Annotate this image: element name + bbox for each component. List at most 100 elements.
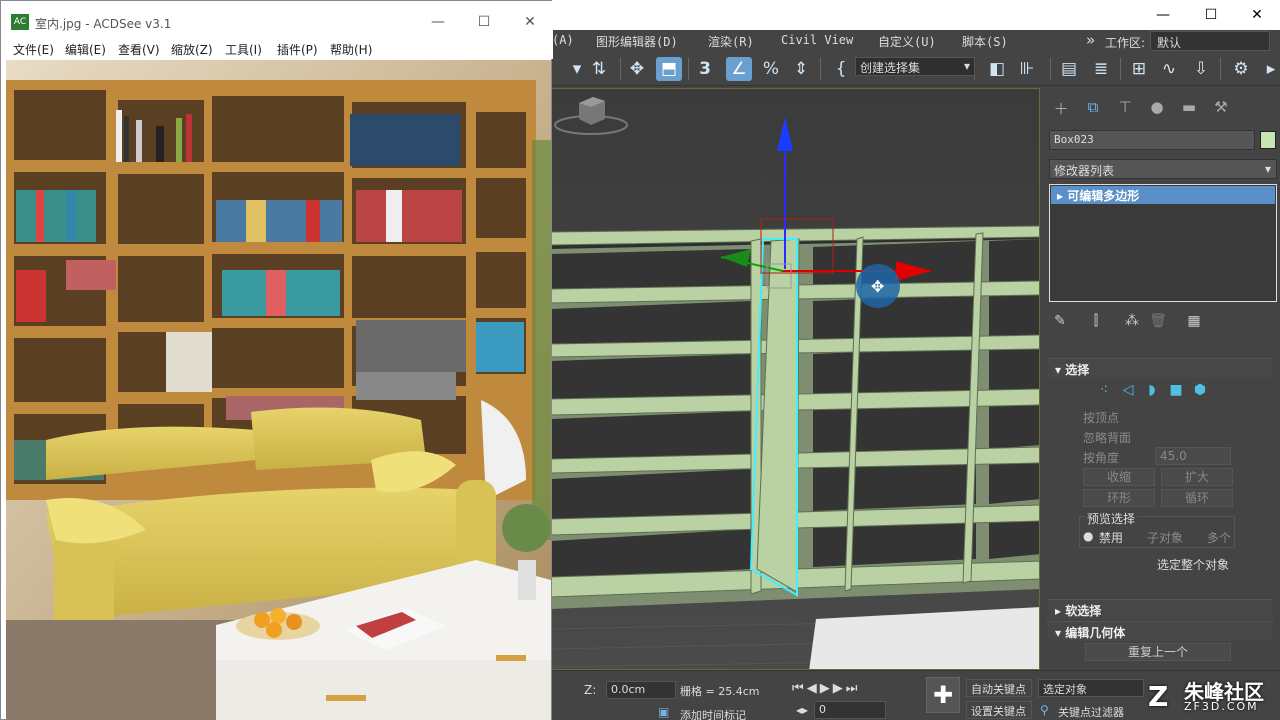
- pin-stack-icon[interactable]: ✎: [1049, 310, 1071, 332]
- border-icon[interactable]: ◗: [1141, 382, 1163, 402]
- show-end-result-icon[interactable]: ⫿: [1085, 310, 1107, 332]
- toolbar-divider: [1050, 58, 1051, 80]
- edge-icon[interactable]: ◁: [1117, 382, 1139, 402]
- watermark-logo-icon: Z: [1148, 680, 1169, 713]
- menu-civil-view[interactable]: Civil View: [781, 33, 853, 47]
- toolbar-divider: [620, 58, 621, 80]
- move-icon[interactable]: ✥: [624, 57, 650, 81]
- auto-key-button[interactable]: 自动关键点: [966, 679, 1032, 697]
- add-time-tag-button[interactable]: 添加时间标记: [680, 707, 746, 720]
- set-key-icon[interactable]: ✚: [926, 677, 960, 713]
- angle-snap-icon[interactable]: ∠: [726, 57, 752, 81]
- selection-rollout-header[interactable]: ▾ 选择: [1047, 358, 1273, 378]
- mirror-icon[interactable]: ◧: [984, 57, 1010, 81]
- utilities-tab-icon[interactable]: ⚒: [1209, 98, 1233, 120]
- maximize-button[interactable]: ☐: [1188, 0, 1234, 30]
- soft-selection-rollout-header[interactable]: ▸ 软选择: [1047, 599, 1273, 619]
- menu-more-icon[interactable]: »: [1086, 31, 1095, 49]
- repeat-last-button[interactable]: 重复上一个: [1085, 643, 1231, 661]
- configure-sets-icon[interactable]: ▦: [1183, 310, 1205, 332]
- max-titlebar: — ☐ ✕: [550, 0, 1280, 30]
- z-coordinate-field[interactable]: 0.0cm: [606, 681, 676, 699]
- spinner-snap-icon[interactable]: ⇕: [788, 57, 814, 81]
- menu-customize[interactable]: 自定义(U): [878, 33, 936, 50]
- menu-animation[interactable]: (A): [552, 33, 574, 47]
- layer-manager-icon[interactable]: ▤: [1056, 57, 1082, 81]
- snap-3-icon[interactable]: 3: [692, 57, 718, 81]
- acdsee-window-title: 室内.jpg - ACDSee v3.1: [35, 17, 172, 31]
- hierarchy-tab-icon[interactable]: ⊤: [1113, 98, 1137, 120]
- vertex-icon[interactable]: ⁖: [1093, 382, 1115, 402]
- grow-button[interactable]: 扩大: [1161, 468, 1233, 486]
- modify-tab-icon[interactable]: ⧉: [1081, 98, 1105, 120]
- selected-object-dropdown[interactable]: 选定对象: [1038, 679, 1144, 697]
- select-link-icon[interactable]: ⇅: [586, 57, 612, 81]
- create-tab-icon[interactable]: ＋: [1049, 98, 1073, 120]
- menu-view[interactable]: 查看(V): [118, 41, 160, 58]
- ribbon-icon[interactable]: ⊞: [1126, 57, 1152, 81]
- modifier-stack: ▸ 可编辑多边形: [1049, 184, 1277, 302]
- z-coordinate-label: Z:: [584, 683, 597, 697]
- disabled-radio[interactable]: 禁用: [1099, 529, 1123, 546]
- edit-geometry-rollout-header[interactable]: ▾ 编辑几何体: [1047, 621, 1273, 641]
- workspace-dropdown[interactable]: 默认: [1150, 31, 1270, 51]
- menu-scripting[interactable]: 脚本(S): [962, 33, 1008, 50]
- menu-rendering[interactable]: 渲染(R): [708, 33, 754, 50]
- menu-plugins[interactable]: 插件(P): [277, 41, 318, 58]
- expand-arrow-icon[interactable]: ▸: [1057, 189, 1067, 203]
- edit-named-selection-icon[interactable]: {: [828, 57, 854, 81]
- preview-selection-label: 预览选择: [1085, 510, 1138, 527]
- disabled-radio-dot[interactable]: ●: [1083, 529, 1093, 543]
- close-button[interactable]: ✕: [1234, 0, 1280, 30]
- time-tag-icon[interactable]: ▣: [658, 705, 669, 719]
- ring-button[interactable]: 环形: [1083, 489, 1155, 507]
- menu-file[interactable]: 文件(E): [13, 41, 54, 58]
- ignore-backfacing-checkbox[interactable]: 忽略背面: [1083, 429, 1131, 446]
- by-angle-checkbox[interactable]: 按角度: [1083, 449, 1119, 466]
- display-tab-icon[interactable]: ▬: [1177, 98, 1201, 120]
- schematic-view-icon[interactable]: ⇩: [1188, 57, 1214, 81]
- curve-editor-icon[interactable]: ∿: [1156, 57, 1182, 81]
- minimize-button[interactable]: —: [415, 7, 461, 37]
- key-filter-icon[interactable]: ⚲: [1040, 703, 1049, 717]
- menu-tools[interactable]: 工具(I): [225, 41, 262, 58]
- render-setup-icon[interactable]: ▸: [1258, 57, 1280, 81]
- key-filters-button[interactable]: 关键点过滤器: [1058, 704, 1124, 720]
- object-color-swatch[interactable]: [1260, 131, 1276, 149]
- subobject-radio[interactable]: 子对象: [1147, 529, 1183, 546]
- polygon-icon[interactable]: ■: [1165, 382, 1187, 402]
- object-name-field[interactable]: Box023: [1049, 130, 1255, 150]
- menu-zoom[interactable]: 缩放(Z): [171, 41, 213, 58]
- scene-explorer-icon[interactable]: ≣: [1088, 57, 1114, 81]
- element-icon[interactable]: ⬢: [1189, 382, 1211, 402]
- max-window: — ☐ ✕ (A) 图形编辑器(D) 渲染(R) Civil View 自定义(…: [550, 0, 1280, 720]
- shrink-button[interactable]: 收缩: [1083, 468, 1155, 486]
- perspective-viewport[interactable]: ✥: [550, 88, 1040, 670]
- set-key-button[interactable]: 设置关键点: [966, 701, 1032, 719]
- select-region-icon[interactable]: ⬒: [656, 57, 682, 81]
- motion-tab-icon[interactable]: ●: [1145, 98, 1169, 120]
- percent-snap-icon[interactable]: %: [758, 57, 784, 81]
- close-button[interactable]: ✕: [507, 7, 553, 37]
- menu-help[interactable]: 帮助(H): [330, 41, 372, 58]
- minimize-button[interactable]: —: [1140, 0, 1186, 30]
- key-mode-toggle-icon[interactable]: ◂▸: [796, 703, 808, 717]
- modifier-list-dropdown[interactable]: 修改器列表 ▾: [1049, 159, 1277, 179]
- select-whole-object-button[interactable]: 选定整个对象: [1157, 556, 1229, 573]
- playback-controls-icon[interactable]: ⏮◀▶▶⏭: [792, 681, 860, 696]
- align-icon[interactable]: ⊪: [1014, 57, 1040, 81]
- make-unique-icon[interactable]: ⁂: [1121, 310, 1143, 332]
- by-vertex-checkbox[interactable]: 按顶点: [1083, 409, 1119, 426]
- menu-graph-editors[interactable]: 图形编辑器(D): [596, 33, 678, 50]
- current-frame-field[interactable]: 0: [814, 701, 886, 719]
- maximize-button[interactable]: ☐: [461, 7, 507, 37]
- remove-modifier-icon[interactable]: 🗑: [1147, 310, 1169, 332]
- selection-set-dropdown[interactable]: 创建选择集 ▾: [855, 57, 975, 76]
- viewcube-icon[interactable]: [551, 89, 631, 139]
- angle-spinner[interactable]: 45.0: [1155, 447, 1231, 465]
- material-editor-icon[interactable]: ⚙: [1228, 57, 1254, 81]
- loop-button[interactable]: 循环: [1161, 489, 1233, 507]
- stack-item-editable-poly[interactable]: ▸ 可编辑多边形: [1051, 186, 1275, 204]
- menu-edit[interactable]: 编辑(E): [65, 41, 106, 58]
- multi-radio[interactable]: 多个: [1207, 529, 1231, 546]
